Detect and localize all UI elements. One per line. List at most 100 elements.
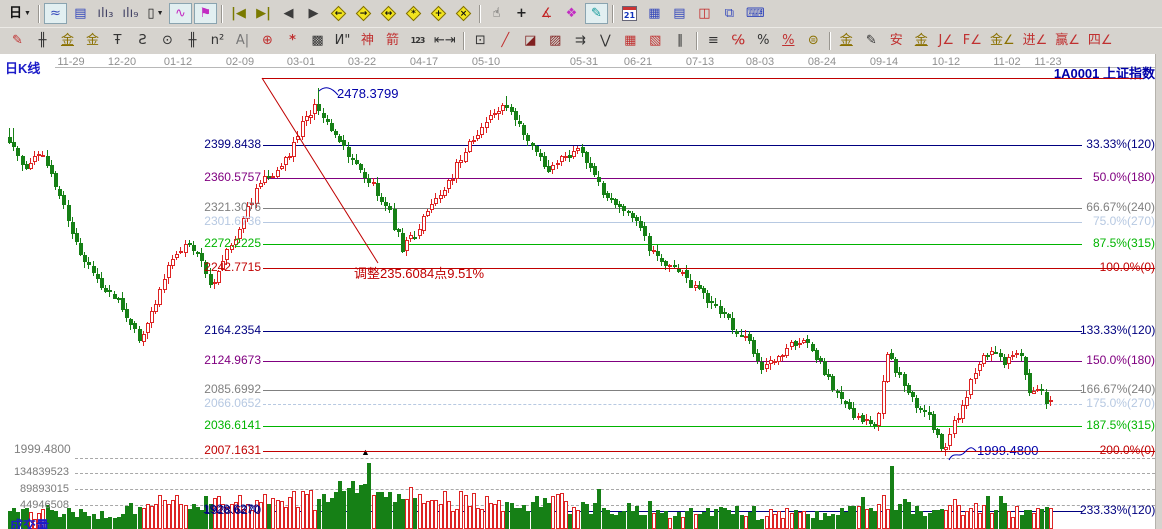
candle [840,392,844,399]
candle [167,265,171,278]
candle [898,372,902,375]
volume-bar [597,489,601,529]
candle [685,270,689,278]
candle [752,340,756,354]
gann-level-percent-label: 87.5%(315) [1080,237,1155,250]
volume-bar [551,496,555,529]
candle [100,278,104,288]
volume-bar [367,463,371,529]
candle [158,289,162,305]
gann-level-line [263,426,1082,427]
volume-scale-label: 44946508 [0,499,69,511]
candle [422,216,426,231]
candle [301,121,305,137]
candle-wick [715,298,716,308]
candle [714,304,718,306]
candle [359,164,363,170]
candle [472,140,476,142]
candle [556,163,560,165]
gann-level-price-label: 2321.3076 [187,201,261,214]
candle [765,364,769,369]
candle [576,148,580,151]
trading-app-window: { "toolbars": { "main": {"items": [ {"na… [0,0,1162,529]
candle [434,198,438,204]
candle [798,343,802,345]
candle [376,183,380,196]
volume-bar [714,509,718,529]
candle [393,209,397,230]
candle [731,318,735,330]
candle [1032,391,1036,394]
candle [994,352,998,354]
gann-level-line [263,178,1082,179]
candle [326,119,330,122]
gann-level-line [263,361,1082,362]
candle [894,359,898,373]
price-min-label: 1999.4800 [14,443,71,456]
candle [518,121,522,124]
candle [505,105,509,108]
volume-bar [877,504,881,529]
candle [29,163,33,169]
gann-level-price-label: 2360.5757 [187,171,261,184]
candle [175,254,179,258]
candle [455,162,459,179]
candle [572,151,576,157]
candle [961,405,965,419]
date-label: 12-20 [100,56,144,68]
candle [12,142,16,147]
candle [280,166,284,169]
candle-wick [268,170,269,180]
candle [125,309,129,318]
volume-bar [689,508,693,529]
candle-wick [506,96,507,111]
candle [413,237,417,239]
candle [405,240,409,251]
candle [292,142,296,157]
volume-bar [760,519,764,529]
candle [133,323,137,329]
candle [622,206,626,211]
candle [16,148,20,156]
candle [948,434,952,446]
candle [179,251,183,253]
volume-bar [133,514,137,529]
candle [75,233,79,242]
candle [367,178,371,183]
candle [597,177,601,182]
candle [1028,373,1032,393]
volume-bar [108,517,112,529]
candle [150,311,154,323]
candle [882,381,886,414]
volume-bar [413,498,417,529]
candle [710,301,714,303]
candle [330,123,334,131]
date-label: 04-17 [402,56,446,68]
candle [54,173,58,187]
volume-scale-label: 134839523 [0,466,69,478]
gann-level-line [263,222,1082,223]
candle [480,127,484,135]
candle [459,160,463,163]
candle-wick [214,279,215,289]
candle [322,113,326,118]
volume-bar [735,506,739,529]
candle [585,152,589,163]
candle-wick [13,128,14,151]
candle [1045,392,1049,404]
gann-level-price-label: 2272.2225 [187,237,261,250]
date-label: 08-03 [738,56,782,68]
date-label: 08-24 [800,56,844,68]
candle [62,195,66,205]
volume-bar [643,515,647,529]
candle [852,408,856,418]
right-scrollbar[interactable] [1155,54,1162,529]
candle [309,115,313,118]
volume-bar [969,508,973,529]
volume-bar [1040,509,1044,529]
gann-level-price-label: 2036.6141 [187,419,261,432]
gann-level-price-label: 2007.1631 [187,444,261,457]
adjust-annotation: 调整235.6084点9.51% [354,267,484,281]
candle [163,279,167,290]
kline-chart-layer: 11-2912-2001-1202-0903-0103-2204-1705-10… [0,0,1162,529]
